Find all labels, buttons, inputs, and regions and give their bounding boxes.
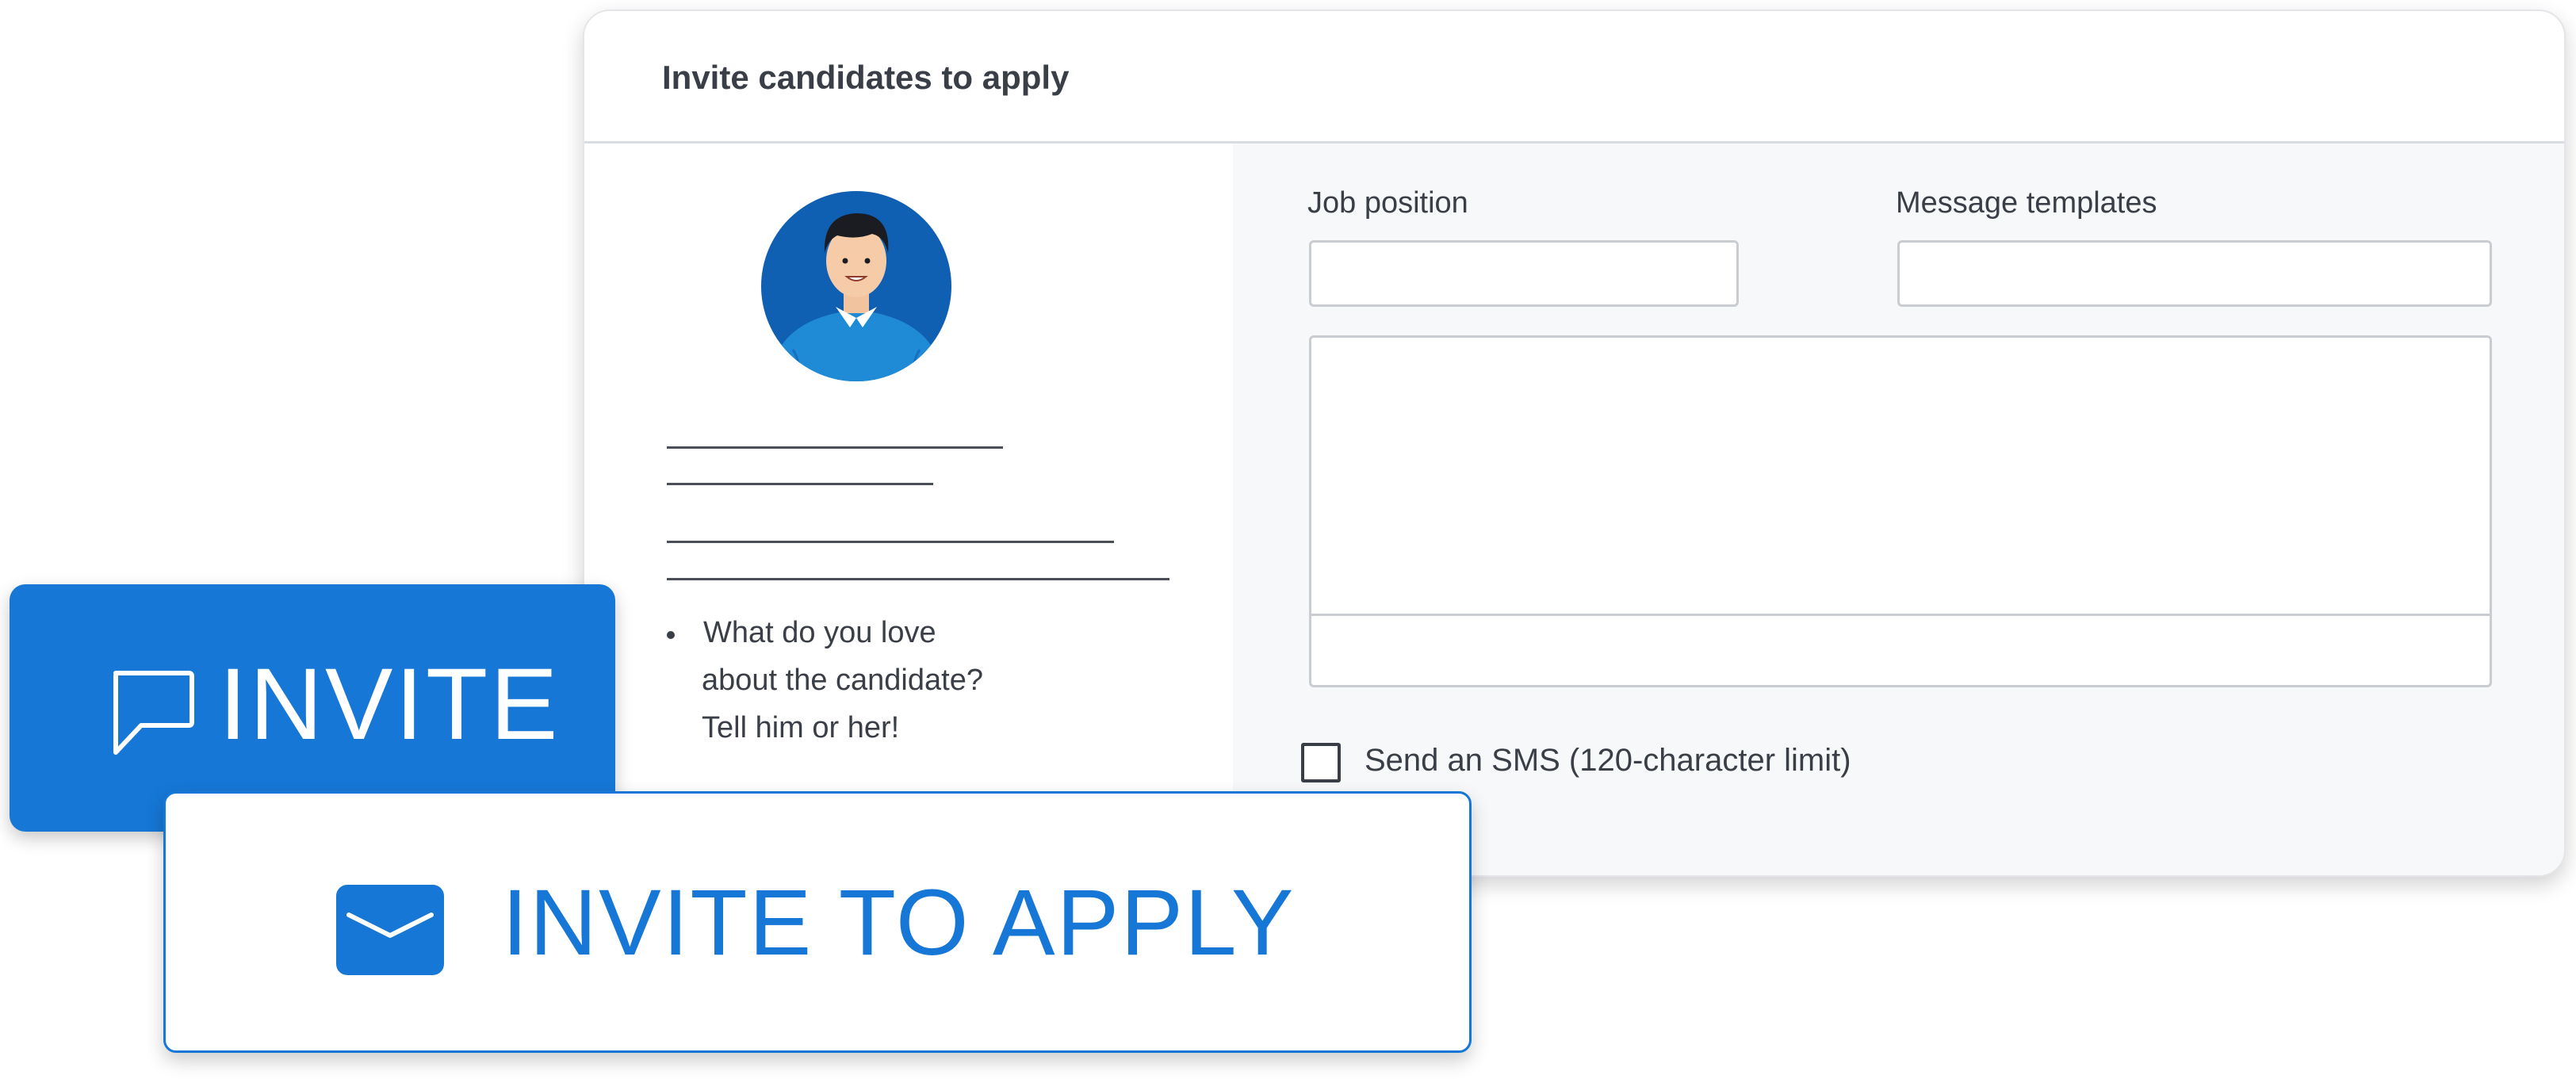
candidate-note-line: What do you love <box>703 616 936 649</box>
candidate-note-line: Tell him or her! <box>702 711 900 744</box>
candidate-avatar <box>761 191 951 381</box>
message-pane: Job position Message templates Send an S… <box>1233 143 2564 875</box>
message-templates-input[interactable] <box>1897 240 2492 307</box>
invite-to-apply-button[interactable]: INVITE TO APPLY <box>163 791 1472 1053</box>
invite-card: Invite candidates to apply What do you l… <box>583 10 2566 877</box>
bullet-icon <box>667 631 675 639</box>
job-position-input[interactable] <box>1309 240 1739 307</box>
chat-bubble-icon <box>113 671 194 755</box>
card-header: Invite candidates to apply <box>584 11 2564 143</box>
placeholder-line <box>667 541 1114 543</box>
invite-to-apply-label: INVITE TO APPLY <box>502 870 1296 975</box>
candidate-note-line: about the candidate? <box>702 664 983 697</box>
candidate-pane: What do you love about the candidate? Te… <box>584 143 1233 875</box>
placeholder-line <box>667 578 1169 580</box>
sms-checkbox[interactable] <box>1301 743 1341 782</box>
envelope-icon <box>336 885 444 975</box>
stage: Invite candidates to apply What do you l… <box>0 0 2576 1079</box>
invite-button-label: INVITE <box>219 648 561 761</box>
placeholder-line <box>667 446 1003 449</box>
placeholder-line <box>667 483 933 485</box>
job-position-label: Job position <box>1307 186 1468 220</box>
message-textarea[interactable] <box>1309 335 2492 687</box>
message-divider <box>1311 614 2490 616</box>
card-title: Invite candidates to apply <box>662 59 1070 96</box>
sms-checkbox-label[interactable]: Send an SMS (120-character limit) <box>1365 743 1851 779</box>
message-templates-label: Message templates <box>1896 186 2157 220</box>
